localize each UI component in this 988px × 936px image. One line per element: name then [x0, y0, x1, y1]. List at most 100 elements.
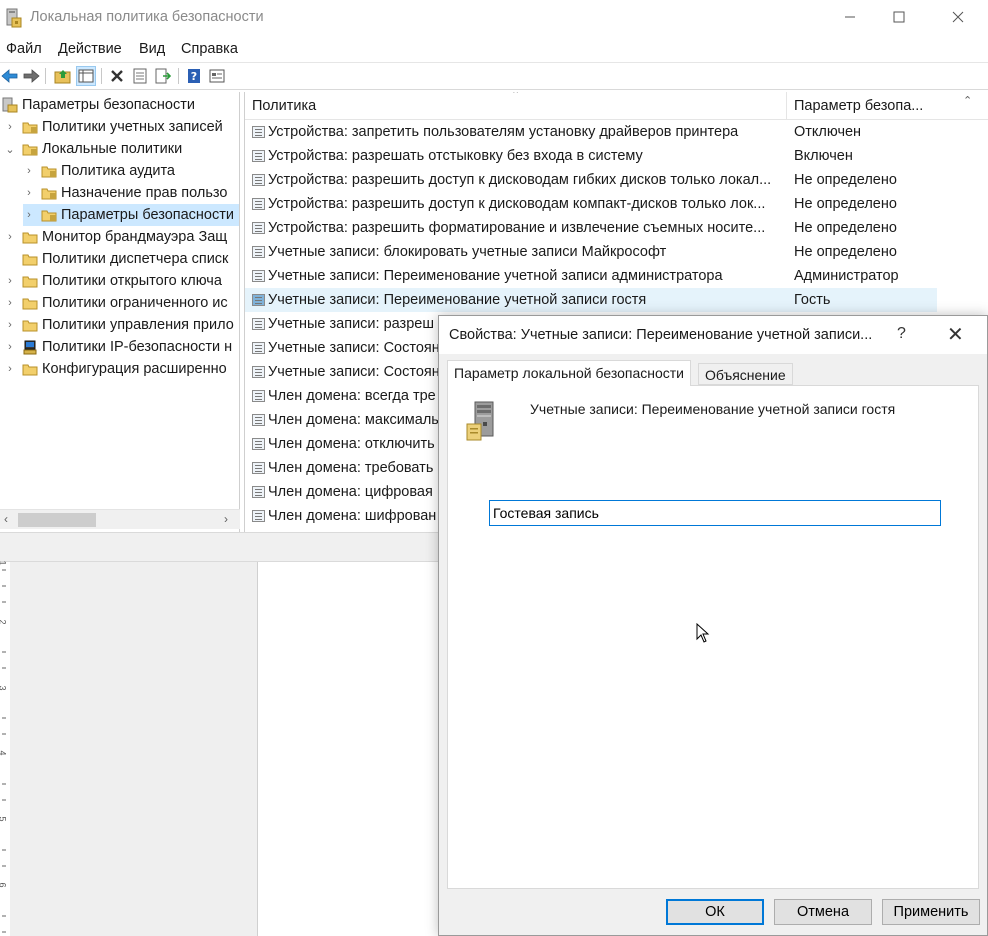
tree-item-public-key[interactable]: › Политики открытого ключа [4, 270, 222, 292]
table-row[interactable]: Устройства: разрешить доступ к дисковода… [245, 168, 937, 192]
tree-item-user-rights[interactable]: › Назначение прав пользо [23, 182, 227, 204]
dialog-title-bar: Свойства: Учетные записи: Переименование… [439, 316, 987, 354]
tree-label: Политики открытого ключа [42, 273, 222, 289]
properties-dialog: Свойства: Учетные записи: Переименование… [438, 315, 988, 936]
tree-item-app-control[interactable]: › Политики управления прило [4, 314, 234, 336]
menu-file[interactable]: Файл [6, 41, 42, 57]
tree-item-root[interactable]: Параметры безопасности [2, 94, 238, 116]
server-icon [465, 400, 505, 444]
policy-item-icon [252, 294, 265, 306]
policy-value: Гость [794, 292, 831, 308]
window-title: Локальная политика безопасности [30, 9, 264, 25]
apply-button[interactable]: Применить [882, 899, 980, 925]
tree-item-firewall-monitor[interactable]: › Монитор брандмауэра Защ [4, 226, 227, 248]
delete-icon[interactable] [108, 67, 126, 85]
policy-item-icon [252, 390, 265, 402]
policy-title: Учетные записи: Переименование учетной з… [530, 401, 896, 417]
chevron-right-icon[interactable]: › [4, 363, 16, 375]
table-row[interactable]: Устройства: разрешить форматирование и и… [245, 216, 937, 240]
tree-item-security-options[interactable]: › Параметры безопасности [23, 204, 239, 226]
policy-item-icon [252, 222, 265, 234]
maximize-button[interactable] [876, 0, 922, 34]
chevron-right-icon[interactable]: › [4, 297, 16, 309]
menu-help[interactable]: Справка [181, 41, 238, 57]
show-hide-tree-icon[interactable] [76, 66, 96, 86]
scroll-up-icon[interactable]: ⌃ [963, 94, 972, 107]
chevron-down-icon[interactable]: ⌄ [4, 143, 16, 156]
tree-horizontal-scrollbar[interactable]: ‹ › [0, 509, 240, 529]
policy-name: Устройства: разрешать отстыковку без вхо… [268, 148, 643, 164]
ruler-mark: 2 [0, 619, 8, 624]
folder-policy-icon [41, 208, 57, 222]
chevron-right-icon[interactable]: › [4, 275, 16, 287]
forward-arrow-icon[interactable] [22, 67, 40, 85]
table-row[interactable]: Устройства: разрешить доступ к дисковода… [245, 192, 937, 216]
tree-item-advanced-audit[interactable]: › Конфигурация расширенно [4, 358, 227, 380]
document-canvas [10, 562, 258, 936]
vertical-ruler: 1 2 3 4 5 6 [0, 560, 10, 936]
tree-item-account-policies[interactable]: › Политики учетных записей [4, 116, 223, 138]
back-arrow-icon[interactable] [1, 67, 19, 85]
scroll-left-icon[interactable]: ‹ [4, 512, 8, 526]
folder-icon [22, 252, 38, 266]
tab-panel: Учетные записи: Переименование учетной з… [447, 385, 979, 889]
policy-name: Учетные записи: блокировать учетные запи… [268, 244, 667, 260]
policy-name: Устройства: разрешить доступ к дисковода… [268, 196, 766, 212]
tree-item-local-policies[interactable]: ⌄ Локальные политики [4, 138, 182, 160]
table-row[interactable]: Учетные записи: блокировать учетные запи… [245, 240, 937, 264]
tree-label: Политики ограниченного ис [42, 295, 228, 311]
console-view-icon[interactable] [208, 67, 226, 85]
column-divider[interactable] [786, 92, 787, 120]
chevron-right-icon[interactable]: › [23, 165, 35, 177]
ok-button[interactable]: ОК [666, 899, 764, 925]
dialog-title: Свойства: Учетные записи: Переименование… [449, 327, 873, 343]
chevron-right-icon[interactable]: › [4, 231, 16, 243]
network-computer-icon [22, 340, 38, 355]
help-icon[interactable]: ? [185, 67, 203, 85]
close-dialog-button[interactable]: ✕ [947, 322, 964, 347]
scroll-right-icon[interactable]: › [224, 512, 228, 526]
chevron-right-icon[interactable]: › [23, 187, 35, 199]
policy-item-icon [252, 438, 265, 450]
cancel-button[interactable]: Отмена [774, 899, 872, 925]
folder-policy-icon [22, 142, 38, 156]
tree-label: Параметры безопасности [22, 97, 195, 113]
minimize-button[interactable] [827, 0, 873, 34]
table-row[interactable]: Устройства: запретить пользователям уста… [245, 120, 937, 144]
chevron-right-icon[interactable]: › [4, 319, 16, 331]
tree-item-audit-policy[interactable]: › Политика аудита [23, 160, 175, 182]
tree-item-list-manager[interactable]: Политики диспетчера списк [22, 248, 228, 270]
export-list-icon[interactable] [154, 67, 172, 85]
properties-icon[interactable] [131, 67, 149, 85]
policy-name: Устройства: запретить пользователям уста… [268, 124, 739, 140]
policy-item-icon [252, 318, 265, 330]
policy-item-icon [252, 342, 265, 354]
column-header-setting[interactable]: Параметр безопа... [794, 98, 923, 114]
tree-item-restricted-software[interactable]: › Политики ограниченного ис [4, 292, 228, 314]
tree-label: Политики управления прило [42, 317, 234, 333]
close-window-button[interactable] [935, 0, 981, 34]
up-folder-icon[interactable] [54, 67, 72, 85]
guest-account-name-input[interactable] [489, 500, 941, 526]
ruler-mark: 3 [0, 685, 8, 690]
policy-value: Не определено [794, 220, 897, 236]
chevron-right-icon[interactable]: › [4, 341, 16, 353]
tree-label: Политики IP-безопасности н [42, 339, 233, 355]
chevron-right-icon[interactable]: › [23, 209, 35, 221]
tab-local-security-setting[interactable]: Параметр локальной безопасности [447, 360, 691, 386]
policy-value: Не определено [794, 172, 897, 188]
tree-item-ip-security[interactable]: › Политики IP-безопасности н [4, 336, 232, 358]
policy-value: Администратор [794, 268, 899, 284]
table-row-selected[interactable]: Учетные записи: Переименование учетной з… [245, 288, 937, 312]
policy-item-icon [252, 246, 265, 258]
column-header-policy[interactable]: Политика [252, 98, 316, 114]
table-row[interactable]: Учетные записи: Переименование учетной з… [245, 264, 937, 288]
scroll-thumb[interactable] [18, 513, 96, 527]
tab-explain[interactable]: Объяснение [698, 363, 793, 385]
help-button[interactable]: ? [897, 325, 906, 343]
menu-view[interactable]: Вид [139, 41, 165, 57]
table-row[interactable]: Устройства: разрешать отстыковку без вхо… [245, 144, 937, 168]
menu-action[interactable]: Действие [58, 41, 122, 57]
chevron-right-icon[interactable]: › [4, 121, 16, 133]
tree-label: Конфигурация расширенно [42, 361, 227, 377]
